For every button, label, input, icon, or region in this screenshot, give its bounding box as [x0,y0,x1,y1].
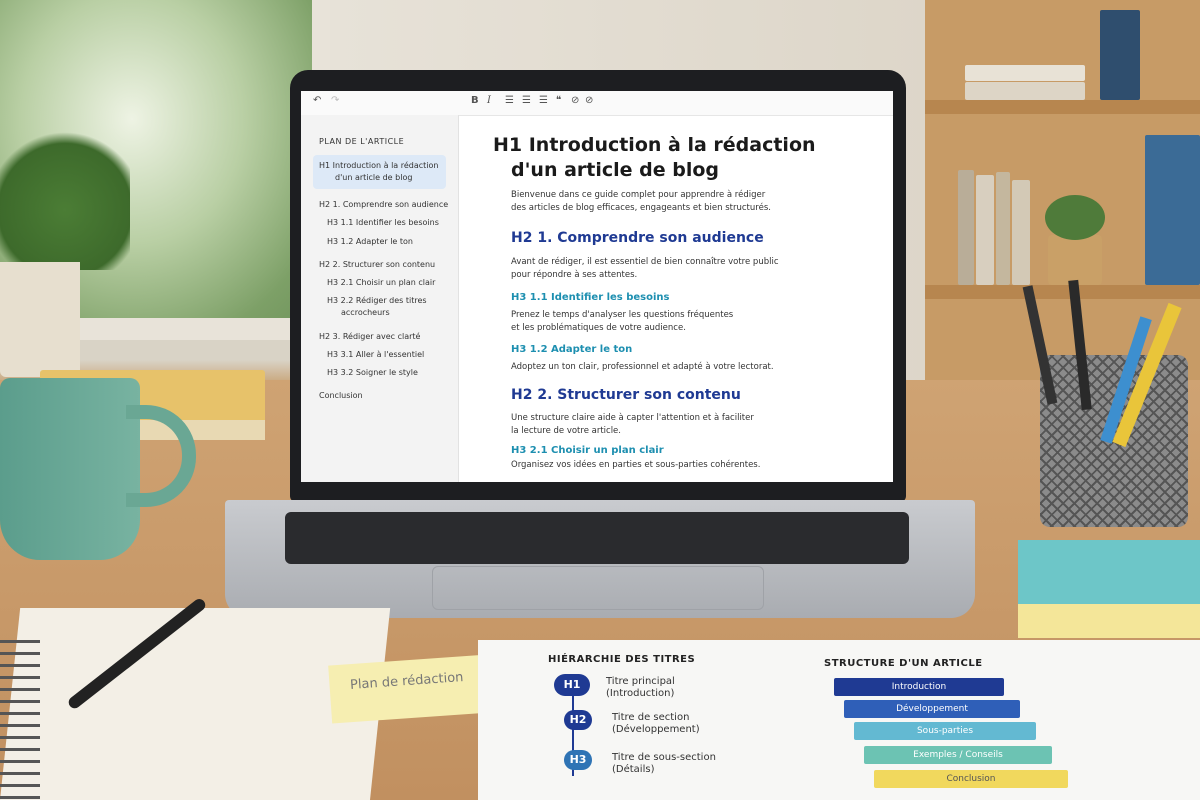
book [958,170,974,285]
outline-item-h2[interactable]: H2 1. Comprendre son audience [319,199,448,211]
bold-button[interactable]: B [471,95,479,106]
doc-paragraph: Adoptez un ton clair, professionnel et a… [511,362,774,372]
outline-item-h3[interactable]: H3 1.1 Identifier les besoins [327,217,439,229]
editor-window: ↶ ↷ B I ☰ ☰ ☰ ❝ ⊘ ⊘ PLAN DE L'ARTICLE H1… [301,91,893,482]
level-title: Titre principal [606,676,675,687]
outline-item-h1[interactable]: H1 Introduction à la rédaction d'un arti… [313,155,446,189]
sheet-title: HIÉRARCHIE DES TITRES [548,654,696,665]
level-label: Titre de sous-section (Détails) [612,752,716,776]
doc-paragraph: Bienvenue dans ce guide complet pour app… [511,189,771,215]
level-label: Titre de section (Développement) [612,712,700,736]
doc-line: la lecture de votre article. [511,426,621,436]
doc-h3: H3 1.2 Adapter le ton [511,344,633,355]
book [1145,135,1200,285]
h2-badge: H2 [564,710,592,730]
outline-item-label: H3 2.2 Rédiger des titres [327,296,427,305]
outline-item-label: H1 Introduction à la rédaction [319,161,439,170]
structure-bar: Conclusion [874,770,1068,788]
heading-hierarchy-sheet: HIÉRARCHIE DES TITRES H1 Titre principal… [478,640,778,800]
outline-item-h3[interactable]: H3 2.2 Rédiger des titres accrocheurs [327,295,427,319]
structure-bar: Développement [844,700,1020,718]
code-icon[interactable]: ⊘ [585,95,593,106]
link-icon[interactable]: ⊘ [571,95,579,106]
outline-item-h3[interactable]: H3 2.1 Choisir un plan clair [327,277,435,289]
doc-h1: H1 Introduction à la rédaction d'un arti… [493,133,816,183]
doc-line: des articles de blog efficaces, engagean… [511,203,771,213]
undo-icon[interactable]: ↶ [313,95,321,106]
book [976,175,994,285]
doc-h3: H3 2.1 Choisir un plan clair [511,445,664,456]
structure-bar: Sous-parties [854,722,1036,740]
sheet-title: STRUCTURE D'UN ARTICLE [824,658,983,669]
outline-title: PLAN DE L'ARTICLE [319,137,405,146]
level-title: Titre de sous-section [612,752,716,763]
doc-paragraph: Avant de rédiger, il est essentiel de bi… [511,256,779,282]
outline-item-h3[interactable]: H3 3.2 Soigner le style [327,367,418,379]
shelf-board [925,285,1200,299]
laptop-trackpad[interactable] [432,566,764,610]
doc-paragraph: Organisez vos idées en parties et sous-p… [511,460,761,470]
document-body[interactable]: H1 Introduction à la rédaction d'un arti… [459,115,893,482]
level-subtitle: (Développement) [612,724,700,735]
book [996,172,1010,285]
h3-badge: H3 [564,750,592,770]
shelf-board [925,100,1200,114]
mug [0,378,140,560]
redo-icon[interactable]: ↷ [331,95,339,106]
doc-h2: H2 1. Comprendre son audience [511,230,764,246]
article-structure-sheet: STRUCTURE D'UN ARTICLE Introduction Déve… [778,640,1200,800]
bullet-list-icon[interactable]: ☰ [505,95,514,106]
doc-line: pour répondre à ses attentes. [511,270,638,280]
outline-item-h2[interactable]: H2 2. Structurer son contenu [319,259,435,271]
notebook-spiral [0,640,40,800]
level-title: Titre de section [612,712,690,723]
structure-bar: Introduction [834,678,1004,696]
level-subtitle: (Détails) [612,764,655,775]
numbered-list-icon[interactable]: ☰ [522,95,531,106]
doc-h3: H3 1.1 Identifier les besoins [511,292,670,303]
outline-sidebar: PLAN DE L'ARTICLE H1 Introduction à la r… [301,115,459,482]
outline-item-h3[interactable]: H3 3.1 Aller à l'essentiel [327,349,424,361]
doc-line: Prenez le temps d'analyser les questions… [511,310,734,320]
outline-item-h2[interactable]: H2 3. Rédiger avec clarté [319,331,420,343]
outline-item-label: d'un article de blog [335,173,413,182]
plant-pot [0,262,80,377]
level-subtitle: (Introduction) [606,688,675,699]
doc-h1-line: d'un article de blog [511,159,720,181]
sticky-notes-stack [1018,540,1200,604]
doc-paragraph: Une structure claire aide à capter l'att… [511,412,754,438]
align-icon[interactable]: ☰ [539,95,548,106]
doc-line: Avant de rédiger, il est essentiel de bi… [511,257,779,267]
doc-line: Une structure claire aide à capter l'att… [511,413,754,423]
shelf-plant-pot [1048,235,1102,285]
level-label: Titre principal (Introduction) [606,676,675,700]
structure-bar: Exemples / Conseils [864,746,1052,764]
book [1012,180,1030,285]
book [965,65,1085,81]
outline-item-label: accrocheurs [341,308,390,317]
doc-paragraph: Prenez le temps d'analyser les questions… [511,309,733,335]
italic-button[interactable]: I [487,95,491,106]
outline-item-h3[interactable]: H3 1.2 Adapter le ton [327,236,413,248]
book [965,82,1085,100]
laptop-keyboard[interactable] [285,512,909,564]
editor-toolbar: ↶ ↷ B I ☰ ☰ ☰ ❝ ⊘ ⊘ [301,91,893,116]
doc-line: et les problématiques de votre audience. [511,323,686,333]
plant [0,120,130,270]
doc-line: Bienvenue dans ce guide complet pour app… [511,190,766,200]
outline-item-conclusion[interactable]: Conclusion [319,390,363,402]
quote-icon[interactable]: ❝ [556,95,561,106]
book [1100,10,1140,100]
doc-h1-line: H1 Introduction à la rédaction [493,134,816,156]
h1-badge: H1 [554,674,590,696]
shelf-plant [1045,195,1105,240]
doc-h2: H2 2. Structurer son contenu [511,387,741,403]
